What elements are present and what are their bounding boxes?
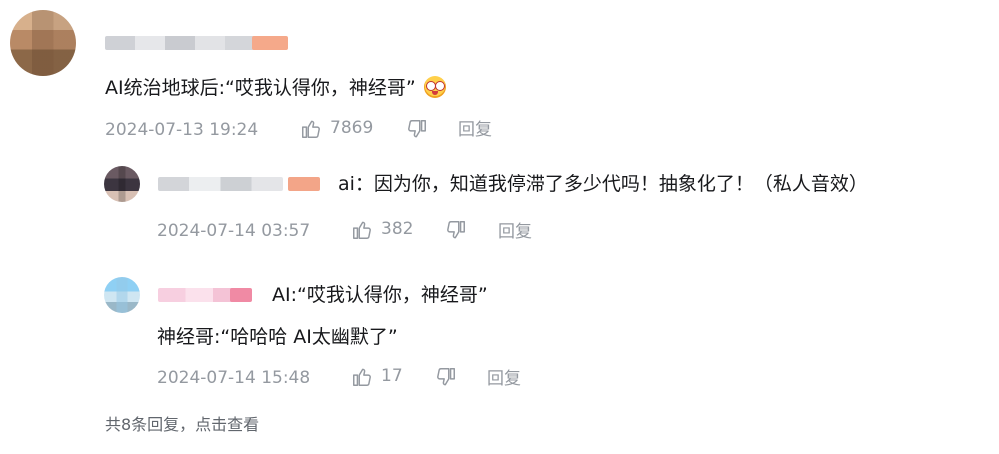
thumbs-down-icon (447, 221, 465, 239)
main-dislike-button[interactable] (406, 118, 428, 144)
main-comment-text-row: AI统治地球后:“哎我认得你，神经哥” (105, 76, 446, 100)
reply2-line2: 神经哥:“哈哈哈 AI太幽默了” (157, 326, 398, 348)
main-comment-time: 2024-07-13 19:24 (105, 120, 259, 140)
thumbs-down-icon (437, 368, 455, 386)
surprised-emoji-icon (423, 76, 446, 98)
reply2-badge-blurred (230, 288, 252, 302)
commenter-avatar[interactable] (10, 10, 76, 76)
reply1-avatar[interactable] (104, 166, 140, 202)
reply2-time: 2024-07-14 15:48 (157, 368, 311, 388)
thumbs-up-icon (353, 221, 371, 239)
reply2-like-button[interactable]: 17 (351, 365, 421, 389)
main-comment-text: AI统治地球后:“哎我认得你，神经哥” (105, 77, 416, 99)
reply1-reply-link[interactable]: 回复 (498, 221, 532, 243)
view-more-replies-link[interactable]: 共8条回复，点击查看 (105, 414, 259, 436)
reply1-name-blurred[interactable] (158, 177, 283, 191)
commenter-badge-blurred (252, 36, 288, 50)
reply1-text: ai：因为你，知道我停滞了多少代吗！抽象化了！（私人音效） (338, 173, 868, 195)
reply1-like-count: 382 (381, 219, 414, 239)
reply1-like-button[interactable]: 382 (351, 218, 431, 242)
reply1-time: 2024-07-14 03:57 (157, 221, 311, 241)
reply1-dislike-button[interactable] (445, 219, 467, 245)
thumbs-up-icon (353, 368, 371, 386)
main-like-count: 7869 (330, 118, 374, 138)
reply2-line1: AI:“哎我认得你，神经哥” (272, 284, 488, 306)
thumbs-up-icon (302, 120, 320, 138)
commenter-name-blurred[interactable] (105, 36, 255, 50)
reply2-reply-link[interactable]: 回复 (487, 368, 521, 390)
reply2-avatar[interactable] (104, 277, 140, 313)
reply2-like-count: 17 (381, 366, 403, 386)
reply1-badge-blurred (288, 177, 320, 191)
reply2-dislike-button[interactable] (435, 366, 457, 392)
main-like-button[interactable]: 7869 (300, 117, 410, 141)
main-reply-link[interactable]: 回复 (458, 119, 492, 141)
thumbs-down-icon (408, 120, 426, 138)
